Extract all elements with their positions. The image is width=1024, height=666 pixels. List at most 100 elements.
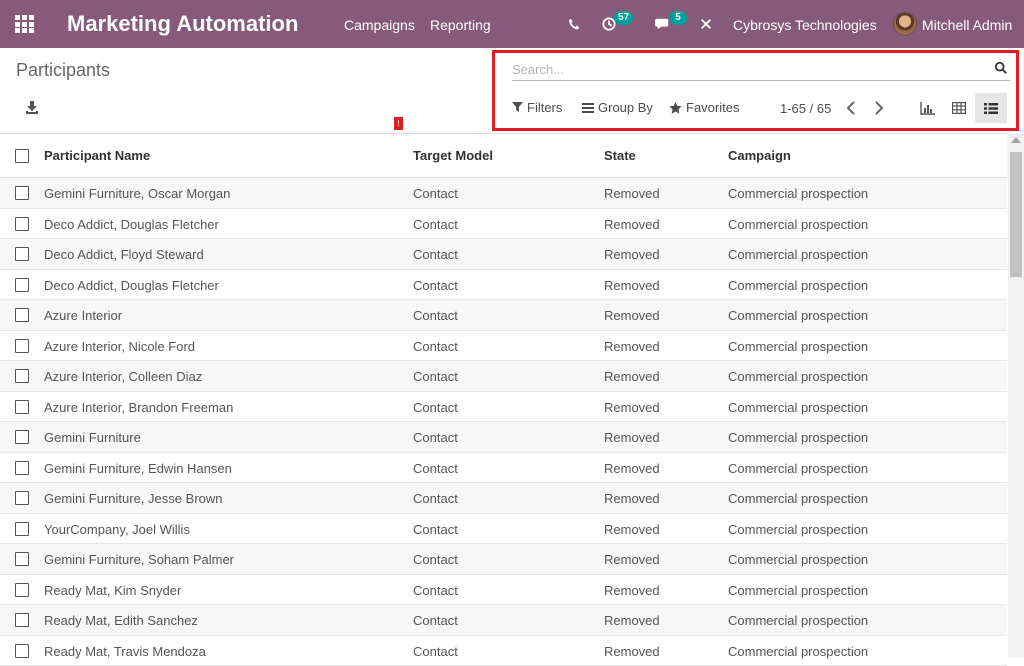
activity-button[interactable]: 57 xyxy=(602,14,633,34)
avatar[interactable] xyxy=(893,12,917,36)
row-checkbox[interactable] xyxy=(15,430,29,444)
cell-participant-name: Azure Interior xyxy=(44,308,122,323)
cell-campaign: Commercial prospection xyxy=(728,217,868,232)
chevron-right-icon xyxy=(873,99,885,117)
cell-state: Removed xyxy=(604,400,660,415)
scrollbar-thumb[interactable] xyxy=(1010,152,1022,277)
cell-campaign: Commercial prospection xyxy=(728,186,868,201)
cell-target-model: Contact xyxy=(413,491,458,506)
cell-target-model: Contact xyxy=(413,461,458,476)
company-switcher[interactable]: Cybrosys Technologies xyxy=(733,17,877,33)
messaging-button[interactable]: 5 xyxy=(655,14,687,34)
marker-indicator: ! xyxy=(394,117,403,130)
pager-value[interactable]: 1-65 / 65 xyxy=(780,101,831,116)
row-checkbox[interactable] xyxy=(15,278,29,292)
breadcrumb: Participants xyxy=(16,60,110,81)
cell-campaign: Commercial prospection xyxy=(728,400,868,415)
cell-campaign: Commercial prospection xyxy=(728,522,868,537)
menu-campaigns[interactable]: Campaigns xyxy=(344,17,415,33)
row-checkbox[interactable] xyxy=(15,339,29,353)
favorites-button[interactable]: Favorites xyxy=(669,100,739,115)
table-row[interactable]: Deco Addict, Douglas FletcherContactRemo… xyxy=(0,270,1007,301)
table-row[interactable]: Azure InteriorContactRemovedCommercial p… xyxy=(0,300,1007,331)
app-title[interactable]: Marketing Automation xyxy=(67,11,298,37)
table-row[interactable]: Azure Interior, Brandon FreemanContactRe… xyxy=(0,392,1007,423)
scroll-up-arrow[interactable] xyxy=(1011,137,1021,143)
row-checkbox[interactable] xyxy=(15,644,29,658)
table-header: Participant Name Target Model State Camp… xyxy=(0,134,1007,178)
table-row[interactable]: Azure Interior, Colleen DiazContactRemov… xyxy=(0,361,1007,392)
menu-reporting[interactable]: Reporting xyxy=(430,17,491,33)
list-view-button[interactable] xyxy=(975,93,1007,123)
cell-target-model: Contact xyxy=(413,339,458,354)
row-checkbox[interactable] xyxy=(15,400,29,414)
column-header-state[interactable]: State xyxy=(604,148,636,163)
table-row[interactable]: Azure Interior, Nicole FordContactRemove… xyxy=(0,331,1007,362)
cell-campaign: Commercial prospection xyxy=(728,552,868,567)
cell-participant-name: Gemini Furniture xyxy=(44,430,141,445)
row-checkbox[interactable] xyxy=(15,491,29,505)
bar-chart-icon xyxy=(920,102,935,115)
column-header-target-model[interactable]: Target Model xyxy=(413,148,493,163)
top-navbar: Marketing Automation Campaigns Reporting… xyxy=(0,0,1024,48)
table-row[interactable]: Gemini Furniture, Jesse BrownContactRemo… xyxy=(0,483,1007,514)
download-icon[interactable] xyxy=(25,100,39,114)
cell-state: Removed xyxy=(604,613,660,628)
cell-target-model: Contact xyxy=(413,522,458,537)
group-by-label: Group By xyxy=(598,100,653,115)
favorites-label: Favorites xyxy=(686,100,739,115)
cell-state: Removed xyxy=(604,522,660,537)
table-row[interactable]: Gemini Furniture, Oscar MorganContactRem… xyxy=(0,178,1007,209)
search-icon[interactable] xyxy=(994,61,1008,75)
table-row[interactable]: Deco Addict, Douglas FletcherContactRemo… xyxy=(0,209,1007,240)
search-input[interactable] xyxy=(512,59,982,79)
table-row[interactable]: Deco Addict, Floyd StewardContactRemoved… xyxy=(0,239,1007,270)
select-all-checkbox[interactable] xyxy=(15,149,29,163)
pager-previous-button[interactable] xyxy=(845,99,861,117)
row-checkbox[interactable] xyxy=(15,247,29,261)
pager-next-button[interactable] xyxy=(873,99,889,117)
cell-participant-name: Ready Mat, Travis Mendoza xyxy=(44,644,206,659)
user-menu[interactable]: Mitchell Admin xyxy=(922,17,1012,33)
cell-target-model: Contact xyxy=(413,400,458,415)
debug-tools-icon[interactable] xyxy=(699,14,713,34)
table-row[interactable]: YourCompany, Joel WillisContactRemovedCo… xyxy=(0,514,1007,545)
table-row[interactable]: Ready Mat, Travis MendozaContactRemovedC… xyxy=(0,636,1007,666)
row-checkbox[interactable] xyxy=(15,613,29,627)
filters-button[interactable]: Filters xyxy=(512,100,562,115)
cell-participant-name: Ready Mat, Edith Sanchez xyxy=(44,613,198,628)
cell-target-model: Contact xyxy=(413,186,458,201)
star-icon xyxy=(669,102,682,114)
row-checkbox[interactable] xyxy=(15,583,29,597)
cell-state: Removed xyxy=(604,583,660,598)
cell-target-model: Contact xyxy=(413,613,458,628)
row-checkbox[interactable] xyxy=(15,461,29,475)
table-row[interactable]: Gemini Furniture, Edwin HansenContactRem… xyxy=(0,453,1007,484)
cell-target-model: Contact xyxy=(413,369,458,384)
row-checkbox[interactable] xyxy=(15,186,29,200)
row-checkbox[interactable] xyxy=(15,522,29,536)
cell-target-model: Contact xyxy=(413,308,458,323)
table-row[interactable]: Ready Mat, Kim SnyderContactRemovedComme… xyxy=(0,575,1007,606)
cell-state: Removed xyxy=(604,552,660,567)
cell-campaign: Commercial prospection xyxy=(728,278,868,293)
graph-view-button[interactable] xyxy=(911,93,943,123)
row-checkbox[interactable] xyxy=(15,217,29,231)
apps-menu-icon[interactable] xyxy=(15,15,34,33)
table-row[interactable]: Gemini Furniture, Soham PalmerContactRem… xyxy=(0,544,1007,575)
cell-campaign: Commercial prospection xyxy=(728,491,868,506)
cell-campaign: Commercial prospection xyxy=(728,247,868,262)
activity-count-badge: 57 xyxy=(614,11,633,25)
pivot-view-button[interactable] xyxy=(943,93,975,123)
row-checkbox[interactable] xyxy=(15,552,29,566)
cell-target-model: Contact xyxy=(413,583,458,598)
row-checkbox[interactable] xyxy=(15,308,29,322)
group-by-button[interactable]: Group By xyxy=(582,100,653,115)
phone-icon[interactable] xyxy=(568,14,581,34)
row-checkbox[interactable] xyxy=(15,369,29,383)
column-header-campaign[interactable]: Campaign xyxy=(728,148,791,163)
cell-participant-name: Gemini Furniture, Jesse Brown xyxy=(44,491,222,506)
table-row[interactable]: Gemini FurnitureContactRemovedCommercial… xyxy=(0,422,1007,453)
column-header-participant-name[interactable]: Participant Name xyxy=(44,148,150,163)
table-row[interactable]: Ready Mat, Edith SanchezContactRemovedCo… xyxy=(0,605,1007,636)
